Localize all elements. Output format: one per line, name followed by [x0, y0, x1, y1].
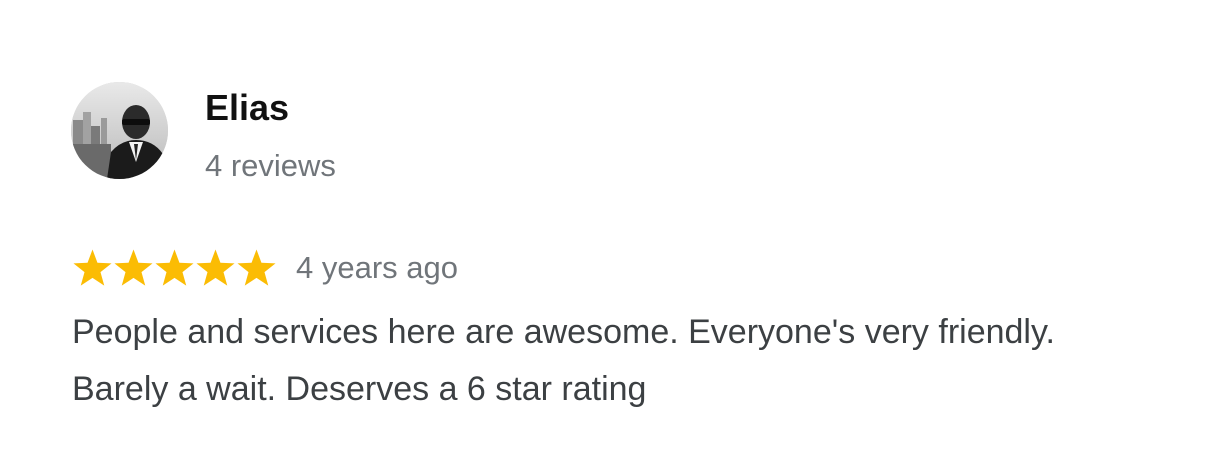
review-count: 4 reviews — [205, 148, 336, 183]
review-card: Elias 4 reviews 4 years ago People and s… — [0, 0, 1215, 451]
star-icon — [196, 249, 235, 286]
star-icon — [73, 249, 112, 286]
profile-photo-icon — [71, 82, 168, 179]
rating-row: 4 years ago — [72, 246, 458, 290]
star-rating — [72, 248, 277, 289]
review-text: People and services here are awesome. Ev… — [72, 313, 1055, 408]
avatar[interactable] — [71, 82, 168, 179]
author-name[interactable]: Elias — [205, 86, 289, 130]
review-time: 4 years ago — [296, 250, 458, 285]
star-icon — [237, 249, 276, 286]
star-icon — [114, 249, 153, 286]
star-icon — [155, 249, 194, 286]
